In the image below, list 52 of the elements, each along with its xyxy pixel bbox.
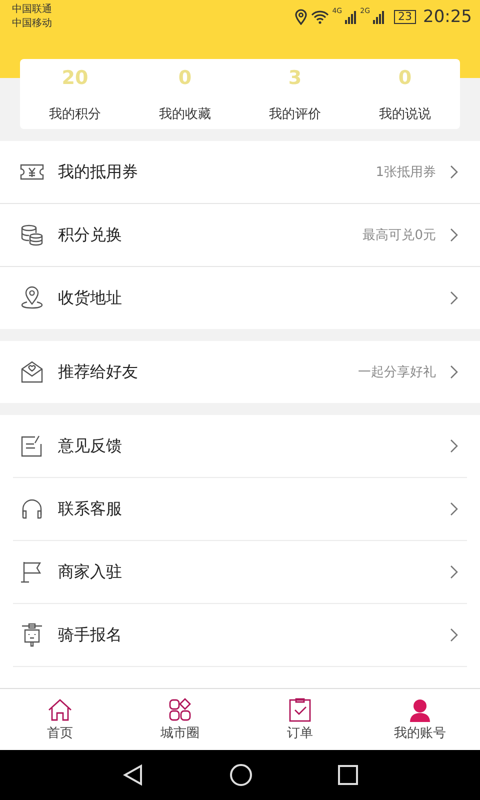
chevron-icon: [450, 502, 458, 516]
menu-item[interactable]: 我的抵用券 1张抵用券: [0, 141, 480, 203]
clock-time: 20:25: [423, 7, 472, 27]
menu-label: 骑手报名: [58, 624, 123, 646]
tab[interactable]: 订单: [240, 689, 360, 750]
menu-label: 推荐给好友: [58, 362, 139, 382]
flag-icon: [20, 560, 44, 584]
chevron-icon: [450, 439, 458, 453]
menu-label: 联系客服: [58, 498, 123, 520]
stat-label[interactable]: 我的积分: [49, 105, 101, 123]
robot-icon: [20, 623, 44, 647]
tab[interactable]: 城市圈: [120, 689, 240, 750]
menu-detail: 1张抵用券: [376, 164, 436, 181]
tab[interactable]: 首页: [0, 689, 120, 750]
chevron-icon: [450, 165, 458, 179]
note-icon: [20, 434, 44, 458]
location-icon: [294, 9, 308, 25]
signal-icon: [345, 10, 358, 24]
back-icon[interactable]: [122, 764, 144, 786]
menu-item[interactable]: 意见反馈: [13, 415, 467, 478]
menu-detail: 一起分享好礼: [358, 364, 436, 381]
location-icon: [20, 286, 44, 310]
chevron-icon: [450, 565, 458, 579]
envelope-icon: [20, 360, 44, 384]
menu-item[interactable]: 收货地址: [0, 266, 480, 329]
coins-icon: [20, 223, 44, 247]
menu-detail: 最高可兑0元: [362, 227, 436, 244]
menu-item[interactable]: 联系客服: [13, 478, 467, 541]
menu-label: 意见反馈: [58, 436, 123, 456]
stat-label[interactable]: 我的评价: [269, 105, 321, 123]
carrier-name: 中国联通: [12, 3, 52, 17]
menu-item[interactable]: 推荐给好友 一起分享好礼: [0, 341, 480, 403]
menu-label: 我的抵用券: [58, 162, 139, 182]
chevron-icon: [450, 291, 458, 305]
menu-item[interactable]: 积分兑换 最高可兑0元: [0, 203, 480, 266]
menu-label: 商家入驻: [58, 562, 123, 582]
home-button-icon[interactable]: [229, 763, 253, 787]
chevron-icon: [450, 228, 458, 242]
headset-icon: [20, 497, 44, 521]
tab[interactable]: 我的账号: [360, 689, 480, 750]
chevron-icon: [450, 628, 458, 642]
menu-label: 积分兑换: [58, 224, 123, 246]
battery-level: 23: [394, 10, 416, 24]
stat-label[interactable]: 我的收藏: [159, 105, 211, 123]
signal-icon: [373, 10, 385, 24]
chevron-icon: [450, 365, 458, 379]
recent-apps-icon[interactable]: [338, 765, 358, 785]
menu-label: 收货地址: [58, 288, 123, 308]
stat-label[interactable]: 我的说说: [379, 105, 431, 123]
menu-item[interactable]: 商家入驻: [13, 541, 467, 604]
carrier-name: 中国移动: [12, 17, 52, 31]
wifi-icon: [311, 10, 330, 24]
